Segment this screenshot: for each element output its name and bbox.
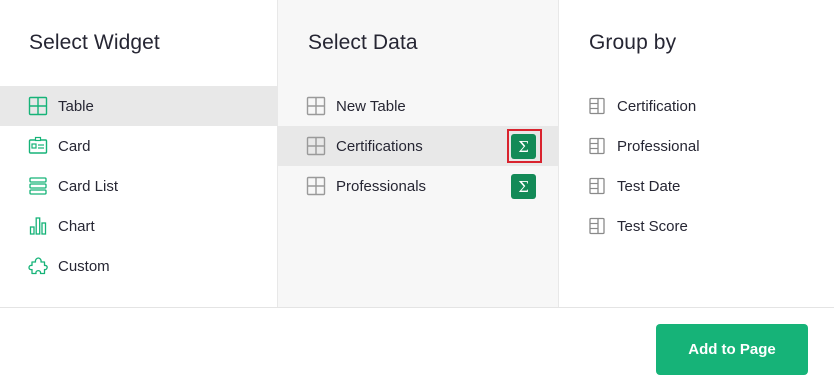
table-icon	[306, 96, 326, 116]
select-widget-column: Select Widget Table Card Card List Chart…	[0, 0, 278, 307]
group-by-item-professional[interactable]: Professional	[559, 126, 834, 166]
group-by-item-label: Certification	[617, 97, 697, 115]
table-icon	[306, 176, 326, 196]
column-icon	[587, 96, 607, 116]
widget-list: Table Card Card List Chart Custom	[0, 86, 277, 286]
custom-puzzle-icon	[28, 256, 48, 276]
data-item-label: Certifications	[336, 137, 423, 155]
widget-item-label: Custom	[58, 257, 110, 275]
add-to-page-button[interactable]: Add to Page	[656, 324, 808, 375]
picker-footer: Add to Page	[0, 307, 834, 383]
group-by-item-test-score[interactable]: Test Score	[559, 206, 834, 246]
table-icon	[306, 136, 326, 156]
column-icon	[587, 216, 607, 236]
group-by-item-certification[interactable]: Certification	[559, 86, 834, 126]
widget-item-label: Card	[58, 137, 91, 155]
column-icon	[587, 136, 607, 156]
card-icon	[28, 136, 48, 156]
group-by-item-test-date[interactable]: Test Date	[559, 166, 834, 206]
select-data-column: Select Data New Table Certifications Σ P…	[278, 0, 559, 307]
card-list-icon	[28, 176, 48, 196]
select-data-title: Select Data	[308, 31, 418, 54]
widget-item-card[interactable]: Card	[0, 126, 277, 166]
group-by-item-label: Test Score	[617, 217, 688, 235]
select-widget-title: Select Widget	[29, 31, 160, 54]
data-item-certifications[interactable]: Certifications Σ	[278, 126, 558, 166]
widget-item-table[interactable]: Table	[0, 86, 277, 126]
widget-item-label: Chart	[58, 217, 95, 235]
group-by-list: Certification Professional Test Date Tes…	[559, 86, 834, 246]
widget-picker: Select Widget Table Card Card List Chart…	[0, 0, 834, 307]
data-list: New Table Certifications Σ Professionals…	[278, 86, 558, 206]
data-item-label: New Table	[336, 97, 406, 115]
column-icon	[587, 176, 607, 196]
table-icon	[28, 96, 48, 116]
widget-item-card-list[interactable]: Card List	[0, 166, 277, 206]
summary-sigma-button[interactable]: Σ	[511, 174, 536, 199]
group-by-item-label: Professional	[617, 137, 700, 155]
chart-icon	[28, 216, 48, 236]
group-by-title: Group by	[589, 31, 677, 54]
widget-item-chart[interactable]: Chart	[0, 206, 277, 246]
data-item-new-table[interactable]: New Table	[278, 86, 558, 126]
widget-item-label: Table	[58, 97, 94, 115]
data-item-label: Professionals	[336, 177, 427, 195]
widget-item-label: Card List	[58, 177, 119, 195]
widget-item-custom[interactable]: Custom	[0, 246, 277, 286]
group-by-column: Group by Certification Professional Test…	[559, 0, 834, 307]
group-by-item-label: Test Date	[617, 177, 681, 195]
data-item-professionals[interactable]: Professionals Σ	[278, 166, 558, 206]
summary-sigma-button[interactable]: Σ	[511, 134, 536, 159]
